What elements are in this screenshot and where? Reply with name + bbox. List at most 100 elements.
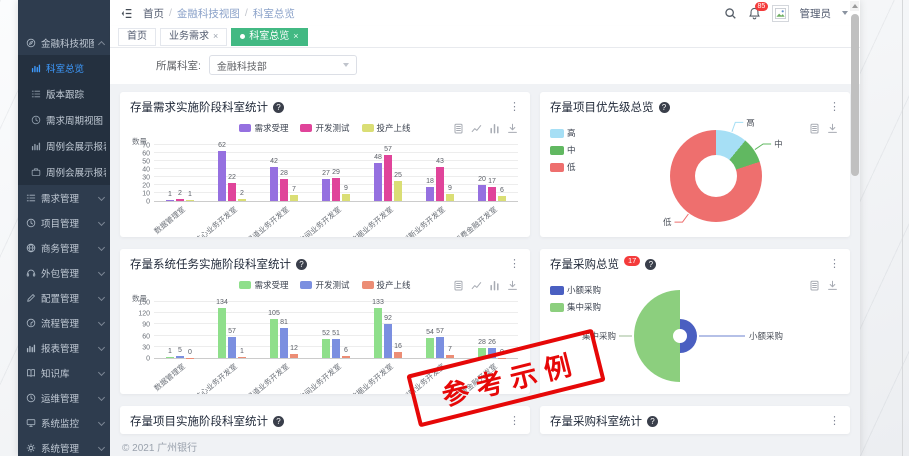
help-icon[interactable]: ? — [645, 259, 656, 270]
bar-投产上线[interactable]: 9 — [446, 194, 454, 201]
bar-投产上线[interactable]: 1 — [238, 357, 246, 359]
bar-投产上线[interactable]: 0 — [186, 358, 194, 359]
bar-开发测试[interactable]: 29 — [332, 178, 340, 201]
legend-item-需求受理[interactable]: 需求受理 — [239, 122, 288, 134]
sidebar-item-process-mgmt[interactable]: 流程管理 — [18, 310, 110, 335]
bar-需求受理[interactable]: 62 — [218, 151, 226, 201]
more-icon[interactable]: ⋮ — [509, 259, 520, 270]
bar-开发测试[interactable]: 43 — [436, 167, 444, 201]
bar-需求受理[interactable]: 134 — [218, 308, 226, 358]
user-name[interactable]: 管理员 — [800, 6, 832, 21]
scrollbar-up-arrow[interactable] — [850, 1, 859, 11]
sidebar-item-dept-overview[interactable]: 科室总览 — [18, 55, 110, 81]
sidebar-item-demand-cycle-view[interactable]: 需求周期视图 — [18, 107, 110, 133]
bar-开发测试[interactable]: 57 — [384, 155, 392, 201]
line-chart-icon[interactable] — [471, 123, 482, 134]
bar-投产上线[interactable]: 2 — [238, 199, 246, 201]
sidebar-item-ops-mgmt[interactable]: 运维管理 — [18, 385, 110, 410]
notification-bell-icon[interactable]: 85 — [748, 7, 761, 20]
sidebar-item-version-track[interactable]: 版本跟踪 — [18, 81, 110, 107]
bar-chart-icon[interactable] — [489, 123, 500, 134]
more-icon[interactable]: ⋮ — [829, 102, 840, 113]
bar-需求受理[interactable]: 27 — [322, 179, 330, 201]
bar-需求受理[interactable]: 54 — [426, 338, 434, 358]
bar-投产上线[interactable]: 12 — [290, 354, 298, 358]
bar-开发测试[interactable]: 5 — [176, 356, 184, 358]
sidebar-item-project-mgmt[interactable]: 项目管理 — [18, 210, 110, 235]
data-view-icon[interactable] — [453, 280, 464, 291]
bar-开发测试[interactable]: 2 — [176, 199, 184, 201]
bar-投产上线[interactable]: 9 — [342, 194, 350, 201]
bar-开发测试[interactable]: 57 — [228, 337, 236, 358]
legend-item-需求受理[interactable]: 需求受理 — [239, 279, 288, 291]
sidebar-item-config-mgmt[interactable]: 配置管理 — [18, 285, 110, 310]
legend-item-投产上线[interactable]: 投产上线 — [362, 122, 411, 134]
sidebar-item-system-monitor[interactable]: 系统监控 — [18, 410, 110, 435]
bar-开发测试[interactable]: 17 — [488, 187, 496, 201]
bar-需求受理[interactable]: 1 — [166, 200, 174, 202]
sidebar-item-weekly-report-procurement[interactable]: 周例会展示报表-采购 — [18, 159, 110, 185]
bar-开发测试[interactable]: 22 — [228, 183, 236, 201]
bar-需求受理[interactable]: 133 — [374, 308, 382, 358]
sidebar-item-report-mgmt[interactable]: 报表管理 — [18, 335, 110, 360]
legend-item-小额采购[interactable]: 小额采购 — [550, 284, 601, 296]
bar-需求受理[interactable]: 48 — [374, 163, 382, 201]
help-icon[interactable]: ? — [296, 259, 307, 270]
department-select[interactable]: 金融科技部 — [209, 55, 357, 75]
sidebar-item-demand-mgmt[interactable]: 需求管理 — [18, 185, 110, 210]
help-icon[interactable]: ? — [273, 416, 284, 427]
avatar-broken-image-icon[interactable] — [772, 5, 789, 22]
bar-投产上线[interactable]: 6 — [498, 196, 506, 201]
breadcrumb-item[interactable]: 金融科技视图 — [177, 6, 240, 21]
bar-开发测试[interactable]: 81 — [280, 328, 288, 358]
data-view-icon[interactable] — [809, 280, 820, 291]
bar-需求受理[interactable]: 42 — [270, 167, 278, 201]
bar-开发测试[interactable]: 57 — [436, 337, 444, 358]
download-icon[interactable] — [507, 280, 518, 291]
bar-投产上线[interactable]: 7 — [290, 195, 298, 201]
legend-item-开发测试[interactable]: 开发测试 — [300, 122, 349, 134]
legend-item-中[interactable]: 中 — [550, 144, 576, 156]
bar-投产上线[interactable]: 25 — [394, 181, 402, 201]
close-icon[interactable]: × — [213, 31, 218, 42]
legend-item-高[interactable]: 高 — [550, 127, 576, 139]
tab-业务需求[interactable]: 业务需求× — [160, 28, 227, 46]
data-view-icon[interactable] — [453, 123, 464, 134]
data-view-icon[interactable] — [809, 123, 820, 134]
sidebar-item-weekly-report-project[interactable]: 周例会展示报表-项目 — [18, 133, 110, 159]
legend-item-开发测试[interactable]: 开发测试 — [300, 279, 349, 291]
sidebar-item-business-mgmt[interactable]: 商务管理 — [18, 235, 110, 260]
download-icon[interactable] — [507, 123, 518, 134]
legend-item-集中采购[interactable]: 集中采购 — [550, 301, 601, 313]
download-icon[interactable] — [827, 123, 838, 134]
legend-item-低[interactable]: 低 — [550, 161, 576, 173]
tab-科室总览[interactable]: 科室总览× — [231, 28, 307, 46]
bar-需求受理[interactable]: 1 — [166, 357, 174, 359]
bar-投产上线[interactable]: 1 — [186, 200, 194, 202]
more-icon[interactable]: ⋮ — [509, 416, 520, 427]
bar-投产上线[interactable]: 6 — [342, 356, 350, 358]
help-icon[interactable]: ? — [659, 102, 670, 113]
bar-开发测试[interactable]: 51 — [332, 339, 340, 358]
sidebar-item-knowledge-base[interactable]: 知识库 — [18, 360, 110, 385]
more-icon[interactable]: ⋮ — [829, 416, 840, 427]
legend-item-投产上线[interactable]: 投产上线 — [362, 279, 411, 291]
more-icon[interactable]: ⋮ — [509, 102, 520, 113]
help-icon[interactable]: ? — [647, 416, 658, 427]
bar-chart-icon[interactable] — [489, 280, 500, 291]
bar-需求受理[interactable]: 18 — [426, 187, 434, 201]
tab-首页[interactable]: 首页 — [118, 28, 156, 46]
sidebar-item-system-mgmt[interactable]: 系统管理 — [18, 435, 110, 456]
sidebar-item-outsourcing-mgmt[interactable]: 外包管理 — [18, 260, 110, 285]
bar-投产上线[interactable]: 7 — [446, 355, 454, 358]
more-icon[interactable]: ⋮ — [829, 259, 840, 270]
search-icon[interactable] — [724, 7, 737, 20]
bar-开发测试[interactable]: 28 — [280, 179, 288, 201]
line-chart-icon[interactable] — [471, 280, 482, 291]
breadcrumb-item[interactable]: 科室总览 — [253, 6, 295, 21]
breadcrumb-item[interactable]: 首页 — [143, 6, 164, 21]
menu-fold-icon[interactable] — [120, 7, 133, 20]
bar-需求受理[interactable]: 20 — [478, 185, 486, 201]
close-icon[interactable]: × — [293, 31, 298, 42]
download-icon[interactable] — [827, 280, 838, 291]
